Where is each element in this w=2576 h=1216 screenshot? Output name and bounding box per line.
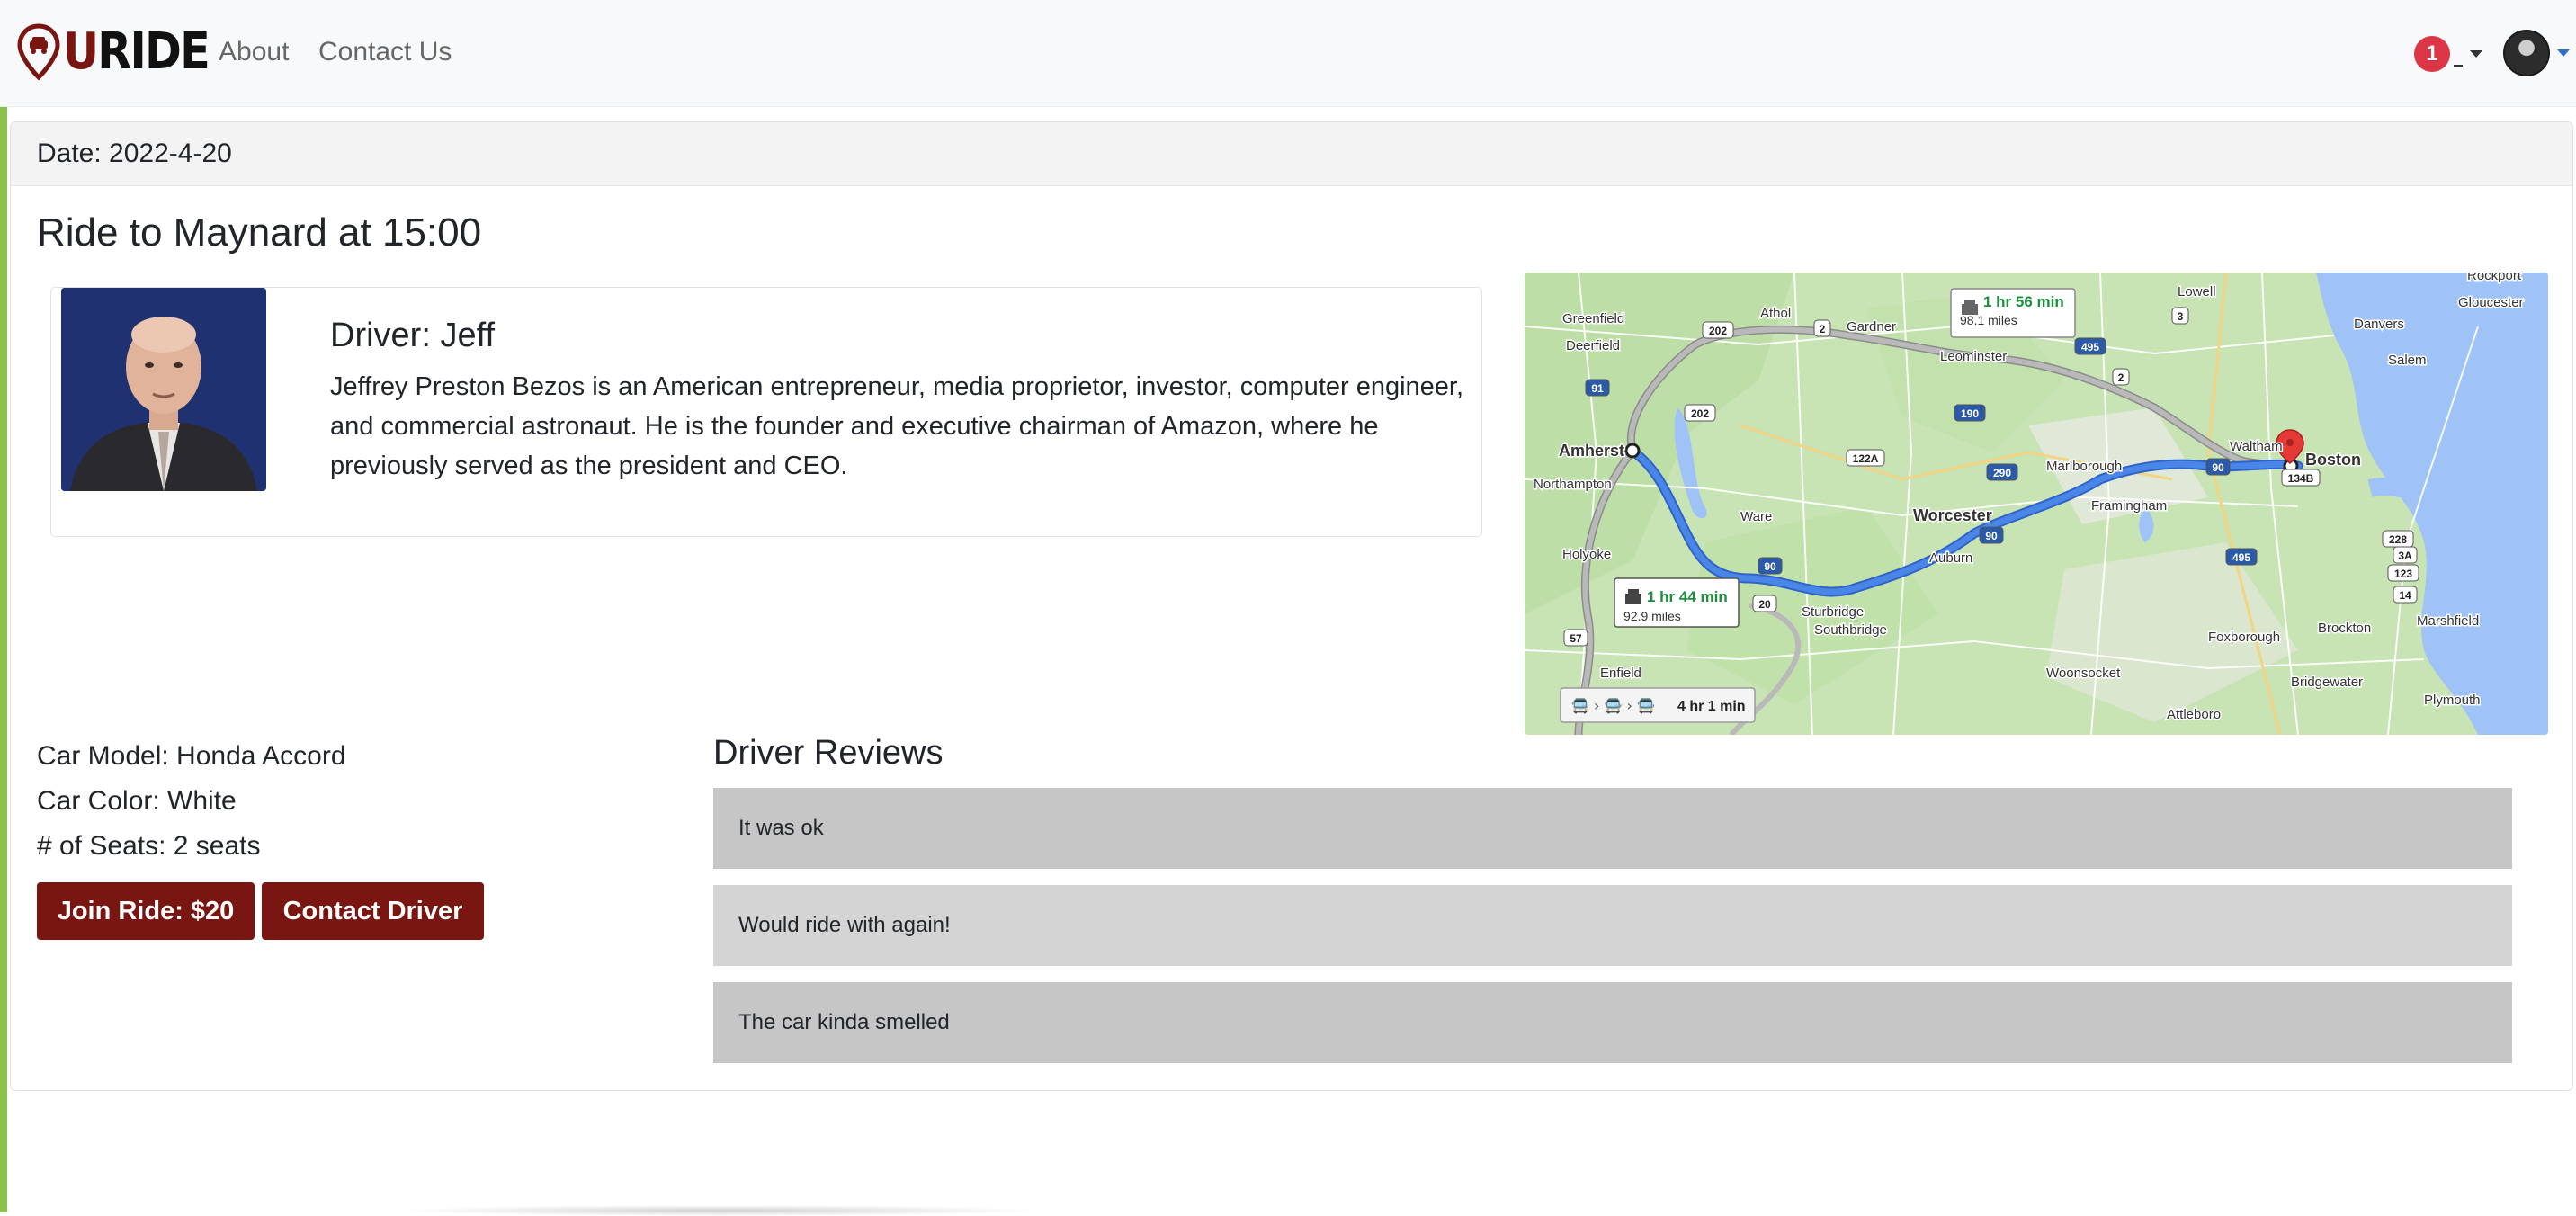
map-place-label: Greenfield (1562, 311, 1624, 326)
route-shield-label: 134B (2288, 472, 2314, 485)
map-place-label: Ware (1740, 509, 1772, 524)
ride-date: Date: 2022-4-20 (11, 122, 2572, 186)
driver-bio: Jeffrey Preston Bezos is an American ent… (330, 372, 1464, 480)
map-place-label: Gloucester (2458, 295, 2524, 310)
ride-title: Ride to Maynard at 15:00 (37, 210, 482, 255)
ride-card: Date: 2022-4-20 Ride to Maynard at 15:00… (10, 121, 2573, 1091)
map-place-label: Amherst (1559, 442, 1624, 460)
car-model: Car Model: Honda Accord (37, 741, 346, 771)
route-callout-alt: 1 hr 56 min 98.1 miles (1950, 288, 2076, 338)
route-shield-label: 2 (2118, 371, 2124, 384)
route-shield-label: 228 (2389, 533, 2407, 546)
driver-photo (61, 288, 266, 491)
brand-wordmark: URIDE (63, 22, 210, 81)
left-accent-bar (0, 106, 7, 1212)
map-place-label: Lowell (2178, 284, 2216, 300)
route-shield-label: 90 (1985, 530, 1998, 542)
map-place-label: Holyoke (1562, 547, 1611, 562)
driver-card: Driver: Jeff Jeffrey Preston Bezos is an… (50, 287, 1482, 537)
map-place-label: Rockport (2467, 273, 2522, 283)
map-place-label: Bridgewater (2291, 675, 2363, 690)
route-shield-label: 290 (1993, 467, 2011, 479)
map-place-label: Athol (1760, 306, 1791, 321)
route-primary-distance: 92.9 miles (1623, 609, 1681, 623)
route-callout-primary: 1 hr 44 min 92.9 miles (1614, 577, 1740, 628)
join-ride-button[interactable]: Join Ride: $20 (37, 882, 255, 940)
map-place-label: Framingham (2091, 498, 2167, 514)
bottom-shadow (396, 1205, 1043, 1216)
route-shield-label: 495 (2232, 551, 2250, 564)
svg-text:1 hr 56 min: 1 hr 56 min (1983, 293, 2064, 310)
map-place-label: Southbridge (1814, 622, 1887, 638)
map-place-label: Danvers (2354, 317, 2404, 332)
route-shield-label: 90 (2212, 461, 2224, 474)
review-item: The car kinda smelled (713, 982, 2512, 1063)
map-place-label: Worcester (1913, 506, 1992, 524)
map-place-label: Sturbridge (1802, 604, 1864, 620)
route-shield-label: 3 (2178, 310, 2184, 323)
route-shield-label: 190 (1961, 407, 1979, 420)
notifications-dropdown[interactable]: 1 (2414, 36, 2482, 72)
map-place-label: Deerfield (1566, 338, 1620, 353)
route-shield-label: 495 (2081, 341, 2099, 353)
map-place-label: Auburn (1929, 550, 1972, 566)
map-place-label: Marshfield (2417, 613, 2479, 629)
route-primary-time: 1 hr 44 min (1647, 588, 1728, 605)
route-shield-label: 123 (2394, 568, 2412, 580)
route-map[interactable]: Greenfield Deerfield Athol Gardner Leominste… (1525, 273, 2548, 735)
map-place-label: Brockton (2318, 621, 2371, 636)
map-place-label: Woonsocket (2046, 666, 2121, 681)
nav-about-link[interactable]: About (219, 32, 289, 72)
map-place-label: Leominster (1940, 349, 2007, 364)
map-place-label: Boston (2305, 451, 2361, 469)
map-place-label: Attleboro (2167, 707, 2221, 722)
map-place-label: Marlborough (2046, 459, 2122, 474)
route-shield-label: 91 (1591, 382, 1604, 395)
transit-callout: 🚍 › 🚍 › 🚍 4 hr 1 min (1560, 687, 1756, 723)
route-shield-label: 202 (1691, 407, 1709, 420)
svg-text:🚍 › 🚍 › 🚍: 🚍 › 🚍 › 🚍 (1571, 697, 1655, 714)
route-shield-label: 3A (2398, 550, 2412, 562)
map-place-label: Foxborough (2208, 630, 2280, 645)
car-seats: # of Seats: 2 seats (37, 831, 261, 861)
route-shield-label: 122A (1853, 452, 1879, 465)
car-info: Car Model: Honda Accord Car Color: White… (37, 734, 346, 869)
notification-underline (2454, 65, 2463, 67)
route-shield-label: 57 (1570, 632, 1582, 645)
map-place-label: Enfield (1600, 666, 1641, 681)
brand-logo[interactable]: URIDE (16, 23, 228, 81)
chevron-down-icon (2470, 50, 2482, 58)
chevron-down-icon (2557, 49, 2570, 57)
map-place-label: Salem (2388, 353, 2427, 368)
review-item: It was ok (713, 788, 2512, 869)
navbar: URIDE About Contact Us 1 (0, 0, 2576, 107)
profile-dropdown[interactable] (2503, 30, 2570, 76)
notification-count-badge: 1 (2414, 36, 2450, 72)
map-place-label: Gardner (1847, 319, 1896, 335)
svg-text:98.1 miles: 98.1 miles (1960, 313, 2017, 327)
car-color: Car Color: White (37, 786, 237, 816)
review-item: Would ride with again! (713, 885, 2512, 966)
route-shield-label: 14 (2399, 589, 2411, 602)
map-place-label: Plymouth (2424, 693, 2481, 708)
avatar (2503, 30, 2550, 76)
driver-name: Driver: Jeff (330, 317, 496, 354)
route-shield-label: 202 (1709, 325, 1727, 337)
nav-contact-link[interactable]: Contact Us (318, 32, 452, 72)
location-pin-icon (17, 23, 60, 81)
route-shield-label: 20 (1758, 598, 1771, 611)
reviews-title: Driver Reviews (713, 734, 944, 772)
svg-text:4 hr 1 min: 4 hr 1 min (1677, 699, 1746, 714)
contact-driver-button[interactable]: Contact Driver (262, 882, 484, 940)
map-place-label: Northampton (1534, 477, 1612, 492)
map-place-label: Waltham (2230, 439, 2283, 454)
route-shield-label: 2 (1820, 323, 1826, 335)
route-shield-label: 90 (1764, 560, 1776, 573)
